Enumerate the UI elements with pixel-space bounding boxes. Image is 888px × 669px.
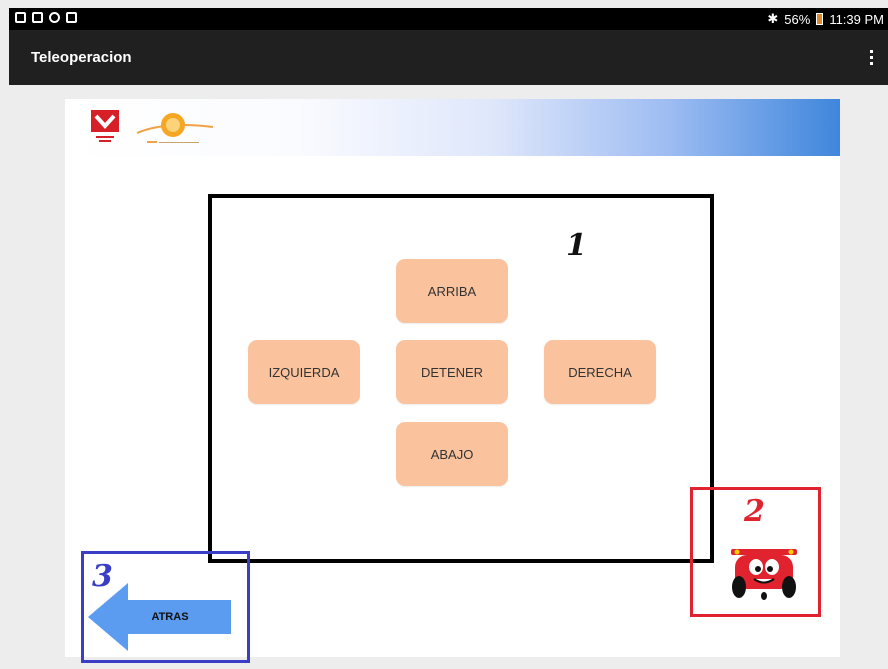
down-button[interactable]: ABAJO: [396, 422, 508, 486]
overflow-menu-icon[interactable]: [870, 50, 874, 65]
system-indicators: ✱ 56% 11:39 PM: [767, 11, 884, 27]
research-group-logo: [136, 113, 214, 143]
battery-percent: 56%: [784, 11, 811, 27]
robot-icon[interactable]: [727, 543, 801, 601]
marker-2-label: 2: [744, 494, 765, 529]
left-button[interactable]: IZQUIERDA: [248, 340, 360, 404]
university-logo: [91, 110, 119, 142]
notification-icons: [15, 12, 77, 23]
battery-icon: [816, 13, 824, 25]
sync-icon: [49, 12, 60, 23]
marker-1-label: 1: [566, 228, 587, 263]
bluetooth-icon: ✱: [767, 11, 779, 26]
status-bar: ✱ 56% 11:39 PM: [9, 8, 888, 30]
right-button[interactable]: DERECHA: [544, 340, 656, 404]
back-button-label[interactable]: ATRAS: [128, 605, 212, 629]
gallery-icon: [15, 12, 26, 23]
app-bar: Teleoperacion: [9, 30, 888, 85]
clock: 11:39 PM: [829, 11, 884, 27]
up-button[interactable]: ARRIBA: [396, 259, 508, 323]
briefcase-icon: [66, 12, 77, 23]
screenshot-icon: [32, 12, 43, 23]
header-banner: [65, 99, 840, 156]
app-title: Teleoperacion: [31, 49, 132, 66]
stop-button[interactable]: DETENER: [396, 340, 508, 404]
